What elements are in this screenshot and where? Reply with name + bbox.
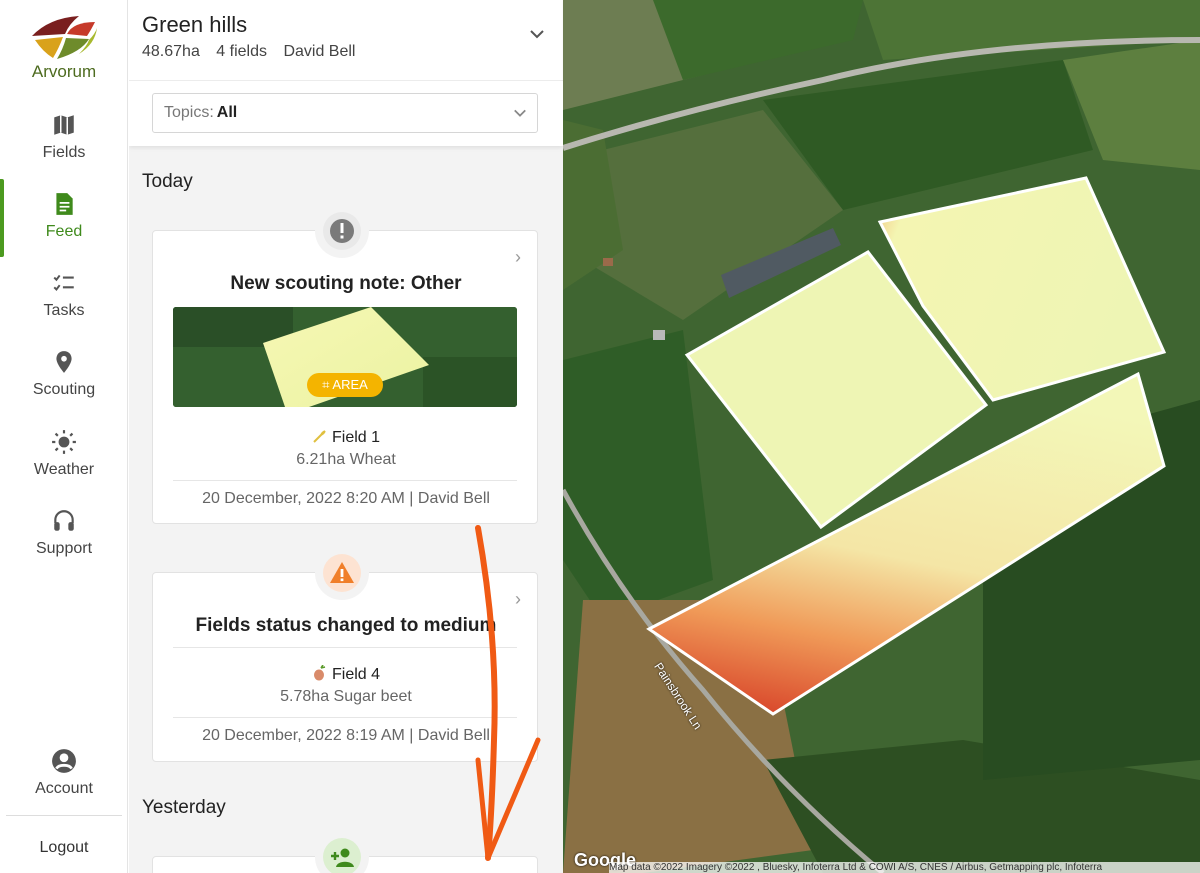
topics-label: Topics:: [164, 104, 214, 121]
user-add-badge-inner: [323, 838, 361, 873]
feed-card-field-status[interactable]: › Fields status changed to medium Field …: [152, 572, 538, 762]
farm-chevron-down-icon[interactable]: [529, 26, 545, 42]
card-footer: 20 December, 2022 8:20 AM | David Bell: [202, 490, 490, 507]
card-divider: [173, 647, 517, 648]
topics-label-wrap: Topics: All: [164, 104, 237, 122]
topics-select[interactable]: Topics: All: [152, 93, 538, 133]
headset-icon: [54, 510, 74, 531]
nav-scouting-label: Scouting: [32, 381, 96, 398]
nav-weather[interactable]: Weather: [0, 417, 128, 495]
feed-panel: Green hills 48.67ha 4 fields David Bell …: [129, 0, 563, 873]
nav-fields[interactable]: Fields: [0, 100, 128, 178]
farm-owner: David Bell: [283, 43, 356, 60]
sun-icon: [52, 430, 76, 454]
warning-badge: [315, 546, 369, 600]
nav-tasks[interactable]: Tasks: [0, 258, 128, 336]
card-field-info: 6.21ha Wheat: [296, 451, 396, 468]
nav-support-label: Support: [35, 540, 93, 557]
nav-account[interactable]: Account: [0, 736, 128, 814]
location-pin-icon: [56, 351, 72, 373]
nav-feed[interactable]: Feed: [0, 179, 128, 257]
area-select-icon: ⌗: [322, 377, 330, 392]
card-field-info: 5.78ha Sugar beet: [280, 688, 412, 705]
card-chevron-right-icon: ›: [515, 589, 521, 609]
info-badge: [315, 204, 369, 258]
map-attribution[interactable]: Map data ©2022 Imagery ©2022 , Bluesky, …: [609, 862, 1200, 873]
farm-meta: 48.67ha 4 fields David Bell: [142, 43, 367, 61]
logout-button[interactable]: Logout: [6, 815, 122, 857]
account-icon: [52, 749, 76, 773]
nav-tasks-label: Tasks: [43, 302, 85, 319]
document-icon: [56, 193, 73, 215]
nav-fields-label: Fields: [42, 144, 86, 161]
card-field-label: Field 1: [331, 429, 381, 446]
nav-account-label: Account: [35, 780, 93, 797]
logo-text: Arvorum: [31, 62, 97, 81]
section-today: Today: [142, 171, 193, 192]
card-divider: [173, 480, 517, 481]
nav-scouting[interactable]: Scouting: [0, 337, 128, 415]
app-logo[interactable]: Arvorum: [0, 12, 128, 82]
area-badge-label: AREA: [332, 377, 368, 392]
card-chevron-right-icon: ›: [515, 247, 521, 267]
card-field-name: Field 4: [153, 665, 539, 684]
card-footer: 20 December, 2022 8:19 AM | David Bell: [202, 727, 490, 744]
checklist-icon: [53, 274, 74, 291]
farm-name: Green hills: [142, 12, 248, 37]
card-title: New scouting note: Other: [230, 273, 462, 294]
add-user-icon: [331, 848, 354, 867]
section-yesterday: Yesterday: [142, 797, 226, 818]
farm-fields-count: 4 fields: [216, 43, 267, 60]
area-badge: ⌗ AREA: [307, 373, 383, 397]
feed-card-scouting-note[interactable]: › New scouting note: Other ⌗ AREA Field …: [152, 230, 538, 524]
topics-chevron-down-icon: [514, 109, 526, 117]
sugar-beet-icon: [313, 665, 326, 681]
nav-feed-label: Feed: [45, 223, 83, 240]
header-divider: [129, 80, 563, 81]
info-badge-inner: [323, 212, 361, 250]
sidebar: Arvorum Fields Feed Tasks Scouting Weath…: [0, 0, 128, 873]
exclamation-icon: [330, 219, 354, 243]
card-title: Fields status changed to medium: [195, 615, 497, 636]
arvorum-logo-icon: [32, 16, 97, 59]
card-field-label: Field 4: [331, 666, 381, 683]
warning-badge-inner: [323, 554, 361, 592]
nav-support[interactable]: Support: [0, 496, 128, 574]
user-add-badge: [315, 830, 369, 873]
nav-weather-label: Weather: [33, 461, 95, 478]
map-imagery: [563, 0, 1200, 873]
satellite-map[interactable]: Painsbrook Ln Google Map data ©2022 Imag…: [563, 0, 1200, 873]
card-divider: [173, 717, 517, 718]
topics-value: All: [216, 104, 238, 121]
farm-area: 48.67ha: [142, 43, 200, 60]
card-field-name: Field 1: [153, 428, 539, 447]
warning-triangle-icon: [330, 562, 354, 583]
map-icon: [54, 115, 74, 135]
panel-header: Green hills 48.67ha 4 fields David Bell …: [129, 0, 563, 146]
wheat-icon: [313, 430, 326, 443]
